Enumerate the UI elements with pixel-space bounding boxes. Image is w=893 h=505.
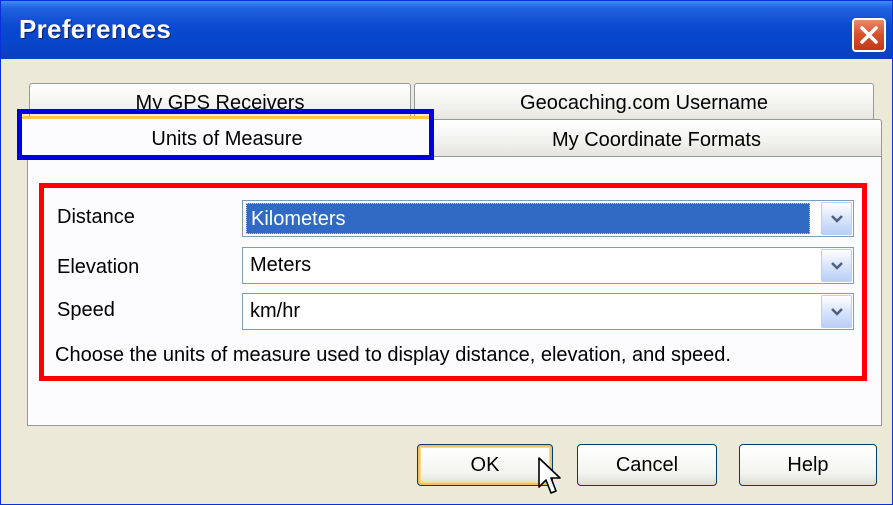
close-button[interactable] [852,18,886,52]
mouse-pointer-icon [538,457,561,494]
tab-label: Geocaching.com Username [520,92,768,114]
tab-highlight-box [17,109,434,160]
ok-button[interactable]: OK [417,444,553,486]
preferences-dialog: Preferences My GPS Receivers Geocaching.… [0,0,893,505]
cancel-button-label: Cancel [615,454,679,476]
window-title: Preferences [19,14,172,44]
close-icon [860,26,878,44]
help-button[interactable]: Help [739,444,877,486]
title-bar[interactable]: Preferences [1,1,892,59]
ok-button-label: OK [470,454,500,476]
units-highlight-box [39,183,867,381]
help-button-label: Help [787,454,829,476]
cancel-button[interactable]: Cancel [577,444,717,486]
tab-geocaching-username[interactable]: Geocaching.com Username [414,83,874,123]
tab-my-coordinate-formats[interactable]: My Coordinate Formats [431,119,882,157]
tab-label: My Coordinate Formats [552,129,761,151]
